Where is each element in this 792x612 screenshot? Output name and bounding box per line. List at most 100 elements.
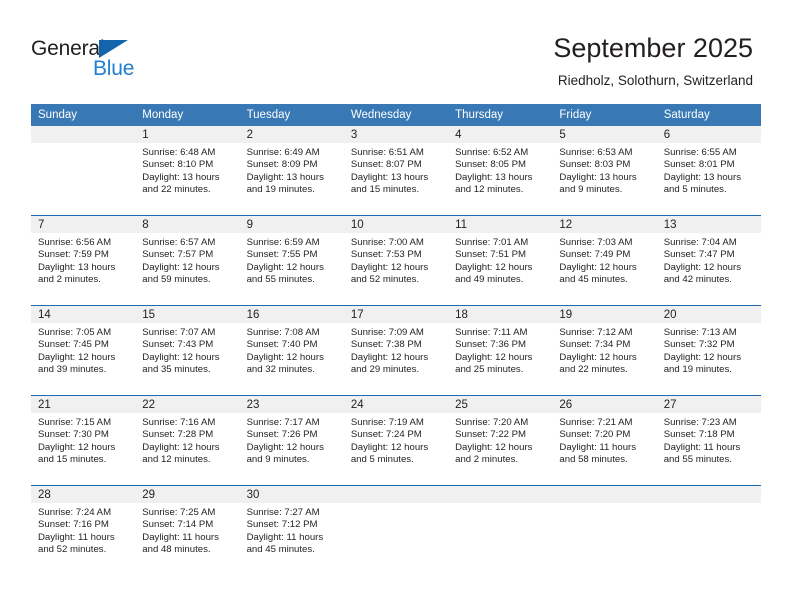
day-cell[interactable]: 29 Sunrise: 7:25 AM Sunset: 7:14 PM Dayl…: [135, 485, 240, 575]
week-row: 21 Sunrise: 7:15 AM Sunset: 7:30 PM Dayl…: [31, 395, 761, 486]
day-cell[interactable]: 13 Sunrise: 7:04 AM Sunset: 7:47 PM Dayl…: [656, 215, 761, 306]
day-number: 26: [552, 396, 657, 413]
sunrise-text: Sunrise: 7:27 AM: [246, 507, 320, 518]
daylight-text-line2: and 35 minutes.: [142, 363, 211, 375]
day-details: Sunrise: 7:04 AM Sunset: 7:47 PM Dayligh…: [657, 233, 761, 286]
sunset-text: Sunset: 7:22 PM: [455, 429, 527, 441]
day-cell[interactable]: 30 Sunrise: 7:27 AM Sunset: 7:12 PM Dayl…: [239, 485, 344, 575]
day-details: Sunrise: 6:55 AM Sunset: 8:01 PM Dayligh…: [657, 143, 761, 196]
day-details: [657, 503, 761, 507]
weekday-header-friday: Friday: [552, 104, 657, 126]
sunrise-text: Sunrise: 7:19 AM: [350, 417, 424, 428]
day-cell[interactable]: [343, 485, 449, 575]
day-cell[interactable]: 18 Sunrise: 7:11 AM Sunset: 7:36 PM Dayl…: [448, 305, 553, 396]
daylight-text-line2: and 2 minutes.: [455, 453, 519, 465]
day-cell[interactable]: 25 Sunrise: 7:20 AM Sunset: 7:22 PM Dayl…: [448, 395, 553, 486]
weekday-header-thursday: Thursday: [448, 104, 553, 126]
day-cell[interactable]: 1 Sunrise: 6:48 AM Sunset: 8:10 PM Dayli…: [135, 126, 240, 216]
daylight-text-line1: Daylight: 13 hours: [663, 171, 742, 183]
day-cell[interactable]: 5 Sunrise: 6:53 AM Sunset: 8:03 PM Dayli…: [552, 126, 657, 216]
day-cell[interactable]: 3 Sunrise: 6:51 AM Sunset: 8:07 PM Dayli…: [343, 126, 449, 216]
day-cell[interactable]: 9 Sunrise: 6:59 AM Sunset: 7:55 PM Dayli…: [239, 215, 344, 306]
sunset-text: Sunset: 8:10 PM: [142, 159, 214, 171]
daylight-text-line1: Daylight: 12 hours: [663, 351, 742, 363]
sunrise-text: Sunrise: 6:55 AM: [663, 147, 737, 158]
daylight-text-line1: Daylight: 12 hours: [559, 261, 637, 273]
sunset-text: Sunset: 7:26 PM: [246, 429, 318, 441]
day-cell[interactable]: [31, 126, 136, 216]
daylight-text-line1: Daylight: 12 hours: [246, 261, 324, 273]
day-cell[interactable]: 23 Sunrise: 7:17 AM Sunset: 7:26 PM Dayl…: [239, 395, 344, 486]
day-number: 10: [343, 216, 449, 233]
day-number: [448, 486, 553, 503]
sunrise-text: Sunrise: 7:05 AM: [38, 327, 112, 338]
daylight-text-line1: Daylight: 12 hours: [455, 261, 533, 273]
day-cell[interactable]: [656, 485, 761, 575]
sunset-text: Sunset: 7:47 PM: [663, 249, 735, 261]
day-cell[interactable]: 6 Sunrise: 6:55 AM Sunset: 8:01 PM Dayli…: [656, 126, 761, 216]
day-number: 7: [31, 216, 136, 233]
day-cell[interactable]: 15 Sunrise: 7:07 AM Sunset: 7:43 PM Dayl…: [135, 305, 240, 396]
day-cell[interactable]: 11 Sunrise: 7:01 AM Sunset: 7:51 PM Dayl…: [448, 215, 553, 306]
day-cell[interactable]: 21 Sunrise: 7:15 AM Sunset: 7:30 PM Dayl…: [31, 395, 136, 486]
day-cell[interactable]: 2 Sunrise: 6:49 AM Sunset: 8:09 PM Dayli…: [239, 126, 344, 216]
week-row: 1 Sunrise: 6:48 AM Sunset: 8:10 PM Dayli…: [31, 126, 761, 216]
day-details: Sunrise: 6:59 AM Sunset: 7:55 PM Dayligh…: [240, 233, 344, 286]
daylight-text-line1: Daylight: 12 hours: [350, 351, 429, 363]
logo-text-blue: Blue: [93, 57, 135, 80]
sunset-text: Sunset: 7:57 PM: [142, 249, 214, 261]
sunrise-text: Sunrise: 6:59 AM: [246, 237, 320, 248]
day-details: Sunrise: 7:25 AM Sunset: 7:14 PM Dayligh…: [135, 503, 239, 556]
day-details: Sunrise: 7:05 AM Sunset: 7:45 PM Dayligh…: [31, 323, 135, 376]
sunset-text: Sunset: 7:12 PM: [246, 519, 318, 531]
day-details: Sunrise: 7:20 AM Sunset: 7:22 PM Dayligh…: [448, 413, 552, 466]
day-cell[interactable]: 20 Sunrise: 7:13 AM Sunset: 7:32 PM Dayl…: [656, 305, 761, 396]
day-number: 15: [135, 306, 240, 323]
day-details: Sunrise: 7:24 AM Sunset: 7:16 PM Dayligh…: [31, 503, 135, 556]
day-cell[interactable]: 14 Sunrise: 7:05 AM Sunset: 7:45 PM Dayl…: [31, 305, 136, 396]
weekday-header-tuesday: Tuesday: [239, 104, 344, 126]
weekday-header-monday: Monday: [135, 104, 240, 126]
page-subtitle: Riedholz, Solothurn, Switzerland: [557, 73, 753, 88]
day-details: [344, 503, 448, 507]
day-number: 8: [135, 216, 240, 233]
daylight-text-line2: and 52 minutes.: [38, 543, 107, 555]
daylight-text-line2: and 59 minutes.: [142, 273, 211, 285]
day-cell[interactable]: 22 Sunrise: 7:16 AM Sunset: 7:28 PM Dayl…: [135, 395, 240, 486]
sunrise-text: Sunrise: 7:17 AM: [246, 417, 320, 428]
day-cell[interactable]: 12 Sunrise: 7:03 AM Sunset: 7:49 PM Dayl…: [552, 215, 657, 306]
daylight-text-line2: and 9 minutes.: [246, 453, 310, 465]
day-cell[interactable]: 19 Sunrise: 7:12 AM Sunset: 7:34 PM Dayl…: [552, 305, 657, 396]
day-cell[interactable]: [448, 485, 553, 575]
daylight-text-line2: and 22 minutes.: [142, 183, 211, 195]
day-details: Sunrise: 7:13 AM Sunset: 7:32 PM Dayligh…: [657, 323, 761, 376]
day-cell[interactable]: 8 Sunrise: 6:57 AM Sunset: 7:57 PM Dayli…: [135, 215, 240, 306]
day-cell[interactable]: 27 Sunrise: 7:23 AM Sunset: 7:18 PM Dayl…: [656, 395, 761, 486]
day-number: 11: [448, 216, 553, 233]
day-details: Sunrise: 7:23 AM Sunset: 7:18 PM Dayligh…: [657, 413, 761, 466]
day-number: [343, 486, 449, 503]
day-details: Sunrise: 7:21 AM Sunset: 7:20 PM Dayligh…: [552, 413, 656, 466]
sunset-text: Sunset: 7:16 PM: [38, 519, 109, 531]
day-details: Sunrise: 7:08 AM Sunset: 7:40 PM Dayligh…: [240, 323, 344, 376]
title-block: September 2025 Riedholz, Solothurn, Swit…: [553, 32, 753, 89]
day-number: 18: [448, 306, 553, 323]
weekday-header-sunday: Sunday: [31, 104, 136, 126]
day-number: 29: [135, 486, 240, 503]
daylight-text-line2: and 2 minutes.: [38, 273, 101, 285]
sunset-text: Sunset: 8:03 PM: [559, 159, 631, 171]
day-cell[interactable]: 26 Sunrise: 7:21 AM Sunset: 7:20 PM Dayl…: [552, 395, 657, 486]
calendar-page: General Blue September 2025 Riedholz, So…: [0, 0, 792, 612]
day-cell[interactable]: 16 Sunrise: 7:08 AM Sunset: 7:40 PM Dayl…: [239, 305, 344, 396]
sunrise-text: Sunrise: 7:01 AM: [455, 237, 529, 248]
day-cell[interactable]: 24 Sunrise: 7:19 AM Sunset: 7:24 PM Dayl…: [343, 395, 449, 486]
day-cell[interactable]: 7 Sunrise: 6:56 AM Sunset: 7:59 PM Dayli…: [31, 215, 136, 306]
daylight-text-line2: and 19 minutes.: [663, 363, 732, 375]
weekday-header-row: Sunday Monday Tuesday Wednesday Thursday…: [31, 104, 761, 126]
day-cell[interactable]: 28 Sunrise: 7:24 AM Sunset: 7:16 PM Dayl…: [31, 485, 136, 575]
day-cell[interactable]: 10 Sunrise: 7:00 AM Sunset: 7:53 PM Dayl…: [343, 215, 449, 306]
day-cell[interactable]: 17 Sunrise: 7:09 AM Sunset: 7:38 PM Dayl…: [343, 305, 449, 396]
day-cell[interactable]: 4 Sunrise: 6:52 AM Sunset: 8:05 PM Dayli…: [448, 126, 553, 216]
day-cell[interactable]: [552, 485, 657, 575]
daylight-text-line1: Daylight: 13 hours: [455, 171, 533, 183]
